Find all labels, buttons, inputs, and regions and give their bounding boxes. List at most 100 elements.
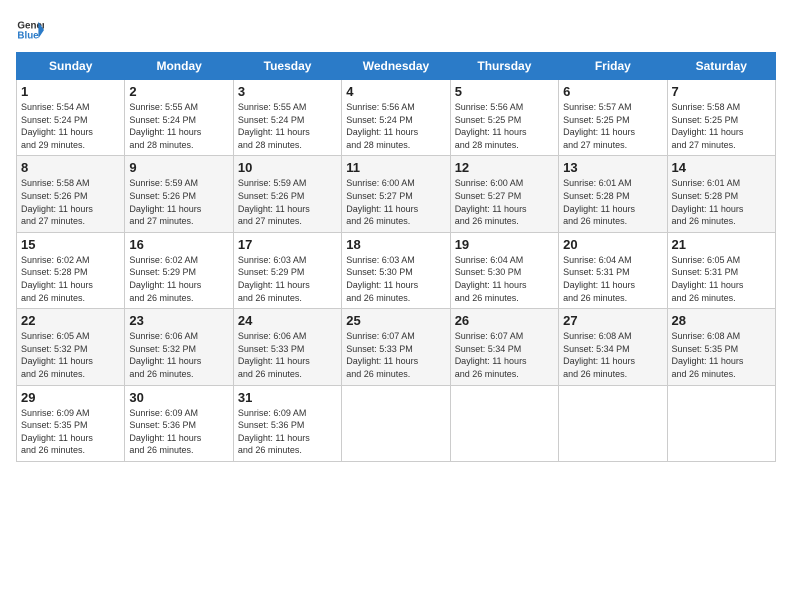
calendar-cell: 27 Sunrise: 6:08 AM Sunset: 5:34 PM Dayl…	[559, 309, 667, 385]
day-number: 8	[21, 160, 120, 175]
calendar-cell: 5 Sunrise: 5:56 AM Sunset: 5:25 PM Dayli…	[450, 80, 558, 156]
calendar-cell: 25 Sunrise: 6:07 AM Sunset: 5:33 PM Dayl…	[342, 309, 450, 385]
day-number: 30	[129, 390, 228, 405]
calendar-cell: 19 Sunrise: 6:04 AM Sunset: 5:30 PM Dayl…	[450, 232, 558, 308]
day-info: Sunrise: 6:02 AM Sunset: 5:29 PM Dayligh…	[129, 254, 228, 304]
day-number: 7	[672, 84, 771, 99]
calendar-cell: 18 Sunrise: 6:03 AM Sunset: 5:30 PM Dayl…	[342, 232, 450, 308]
day-info: Sunrise: 5:54 AM Sunset: 5:24 PM Dayligh…	[21, 101, 120, 151]
calendar-cell: 10 Sunrise: 5:59 AM Sunset: 5:26 PM Dayl…	[233, 156, 341, 232]
day-number: 15	[21, 237, 120, 252]
day-number: 4	[346, 84, 445, 99]
calendar-cell: 2 Sunrise: 5:55 AM Sunset: 5:24 PM Dayli…	[125, 80, 233, 156]
calendar-cell	[450, 385, 558, 461]
calendar-cell: 14 Sunrise: 6:01 AM Sunset: 5:28 PM Dayl…	[667, 156, 775, 232]
day-number: 18	[346, 237, 445, 252]
calendar-cell: 26 Sunrise: 6:07 AM Sunset: 5:34 PM Dayl…	[450, 309, 558, 385]
day-number: 12	[455, 160, 554, 175]
day-info: Sunrise: 5:55 AM Sunset: 5:24 PM Dayligh…	[129, 101, 228, 151]
weekday-header-thursday: Thursday	[450, 53, 558, 80]
calendar-week-4: 22 Sunrise: 6:05 AM Sunset: 5:32 PM Dayl…	[17, 309, 776, 385]
day-info: Sunrise: 6:06 AM Sunset: 5:32 PM Dayligh…	[129, 330, 228, 380]
day-number: 27	[563, 313, 662, 328]
day-number: 3	[238, 84, 337, 99]
calendar-cell: 6 Sunrise: 5:57 AM Sunset: 5:25 PM Dayli…	[559, 80, 667, 156]
calendar-cell: 20 Sunrise: 6:04 AM Sunset: 5:31 PM Dayl…	[559, 232, 667, 308]
calendar-cell: 11 Sunrise: 6:00 AM Sunset: 5:27 PM Dayl…	[342, 156, 450, 232]
day-number: 19	[455, 237, 554, 252]
day-number: 6	[563, 84, 662, 99]
calendar-cell: 31 Sunrise: 6:09 AM Sunset: 5:36 PM Dayl…	[233, 385, 341, 461]
day-info: Sunrise: 6:01 AM Sunset: 5:28 PM Dayligh…	[563, 177, 662, 227]
day-number: 20	[563, 237, 662, 252]
day-number: 17	[238, 237, 337, 252]
calendar-cell: 7 Sunrise: 5:58 AM Sunset: 5:25 PM Dayli…	[667, 80, 775, 156]
day-number: 14	[672, 160, 771, 175]
calendar-cell	[667, 385, 775, 461]
calendar-cell: 22 Sunrise: 6:05 AM Sunset: 5:32 PM Dayl…	[17, 309, 125, 385]
calendar-week-3: 15 Sunrise: 6:02 AM Sunset: 5:28 PM Dayl…	[17, 232, 776, 308]
day-info: Sunrise: 6:07 AM Sunset: 5:33 PM Dayligh…	[346, 330, 445, 380]
day-info: Sunrise: 5:56 AM Sunset: 5:24 PM Dayligh…	[346, 101, 445, 151]
day-info: Sunrise: 6:04 AM Sunset: 5:31 PM Dayligh…	[563, 254, 662, 304]
weekday-header-tuesday: Tuesday	[233, 53, 341, 80]
calendar-cell: 30 Sunrise: 6:09 AM Sunset: 5:36 PM Dayl…	[125, 385, 233, 461]
calendar-cell: 13 Sunrise: 6:01 AM Sunset: 5:28 PM Dayl…	[559, 156, 667, 232]
day-number: 29	[21, 390, 120, 405]
calendar-cell: 12 Sunrise: 6:00 AM Sunset: 5:27 PM Dayl…	[450, 156, 558, 232]
calendar-table: SundayMondayTuesdayWednesdayThursdayFrid…	[16, 52, 776, 462]
day-info: Sunrise: 5:59 AM Sunset: 5:26 PM Dayligh…	[238, 177, 337, 227]
calendar-cell: 15 Sunrise: 6:02 AM Sunset: 5:28 PM Dayl…	[17, 232, 125, 308]
day-number: 1	[21, 84, 120, 99]
day-number: 13	[563, 160, 662, 175]
day-number: 28	[672, 313, 771, 328]
calendar-cell: 23 Sunrise: 6:06 AM Sunset: 5:32 PM Dayl…	[125, 309, 233, 385]
day-number: 5	[455, 84, 554, 99]
calendar-cell	[559, 385, 667, 461]
day-info: Sunrise: 6:04 AM Sunset: 5:30 PM Dayligh…	[455, 254, 554, 304]
weekday-header-wednesday: Wednesday	[342, 53, 450, 80]
calendar-week-5: 29 Sunrise: 6:09 AM Sunset: 5:35 PM Dayl…	[17, 385, 776, 461]
calendar-cell: 1 Sunrise: 5:54 AM Sunset: 5:24 PM Dayli…	[17, 80, 125, 156]
calendar-cell: 28 Sunrise: 6:08 AM Sunset: 5:35 PM Dayl…	[667, 309, 775, 385]
day-number: 26	[455, 313, 554, 328]
calendar-cell: 4 Sunrise: 5:56 AM Sunset: 5:24 PM Dayli…	[342, 80, 450, 156]
calendar-cell: 16 Sunrise: 6:02 AM Sunset: 5:29 PM Dayl…	[125, 232, 233, 308]
day-info: Sunrise: 6:03 AM Sunset: 5:30 PM Dayligh…	[346, 254, 445, 304]
weekday-header-friday: Friday	[559, 53, 667, 80]
day-info: Sunrise: 6:09 AM Sunset: 5:36 PM Dayligh…	[238, 407, 337, 457]
day-number: 9	[129, 160, 228, 175]
day-number: 2	[129, 84, 228, 99]
weekday-header-row: SundayMondayTuesdayWednesdayThursdayFrid…	[17, 53, 776, 80]
weekday-header-sunday: Sunday	[17, 53, 125, 80]
day-number: 16	[129, 237, 228, 252]
calendar-cell: 21 Sunrise: 6:05 AM Sunset: 5:31 PM Dayl…	[667, 232, 775, 308]
day-info: Sunrise: 6:05 AM Sunset: 5:32 PM Dayligh…	[21, 330, 120, 380]
day-info: Sunrise: 5:58 AM Sunset: 5:25 PM Dayligh…	[672, 101, 771, 151]
calendar-cell: 24 Sunrise: 6:06 AM Sunset: 5:33 PM Dayl…	[233, 309, 341, 385]
calendar-cell: 29 Sunrise: 6:09 AM Sunset: 5:35 PM Dayl…	[17, 385, 125, 461]
day-info: Sunrise: 5:59 AM Sunset: 5:26 PM Dayligh…	[129, 177, 228, 227]
day-info: Sunrise: 6:09 AM Sunset: 5:35 PM Dayligh…	[21, 407, 120, 457]
day-number: 24	[238, 313, 337, 328]
calendar-cell: 17 Sunrise: 6:03 AM Sunset: 5:29 PM Dayl…	[233, 232, 341, 308]
day-info: Sunrise: 6:08 AM Sunset: 5:35 PM Dayligh…	[672, 330, 771, 380]
weekday-header-monday: Monday	[125, 53, 233, 80]
day-number: 22	[21, 313, 120, 328]
day-info: Sunrise: 6:06 AM Sunset: 5:33 PM Dayligh…	[238, 330, 337, 380]
day-number: 23	[129, 313, 228, 328]
day-info: Sunrise: 6:09 AM Sunset: 5:36 PM Dayligh…	[129, 407, 228, 457]
day-info: Sunrise: 5:55 AM Sunset: 5:24 PM Dayligh…	[238, 101, 337, 151]
day-info: Sunrise: 6:02 AM Sunset: 5:28 PM Dayligh…	[21, 254, 120, 304]
logo-icon: General Blue	[16, 16, 44, 44]
day-info: Sunrise: 5:57 AM Sunset: 5:25 PM Dayligh…	[563, 101, 662, 151]
day-info: Sunrise: 6:00 AM Sunset: 5:27 PM Dayligh…	[455, 177, 554, 227]
logo: General Blue	[16, 16, 44, 44]
day-info: Sunrise: 6:01 AM Sunset: 5:28 PM Dayligh…	[672, 177, 771, 227]
day-info: Sunrise: 6:00 AM Sunset: 5:27 PM Dayligh…	[346, 177, 445, 227]
day-info: Sunrise: 5:56 AM Sunset: 5:25 PM Dayligh…	[455, 101, 554, 151]
day-number: 11	[346, 160, 445, 175]
calendar-cell: 8 Sunrise: 5:58 AM Sunset: 5:26 PM Dayli…	[17, 156, 125, 232]
calendar-cell	[342, 385, 450, 461]
day-info: Sunrise: 6:03 AM Sunset: 5:29 PM Dayligh…	[238, 254, 337, 304]
